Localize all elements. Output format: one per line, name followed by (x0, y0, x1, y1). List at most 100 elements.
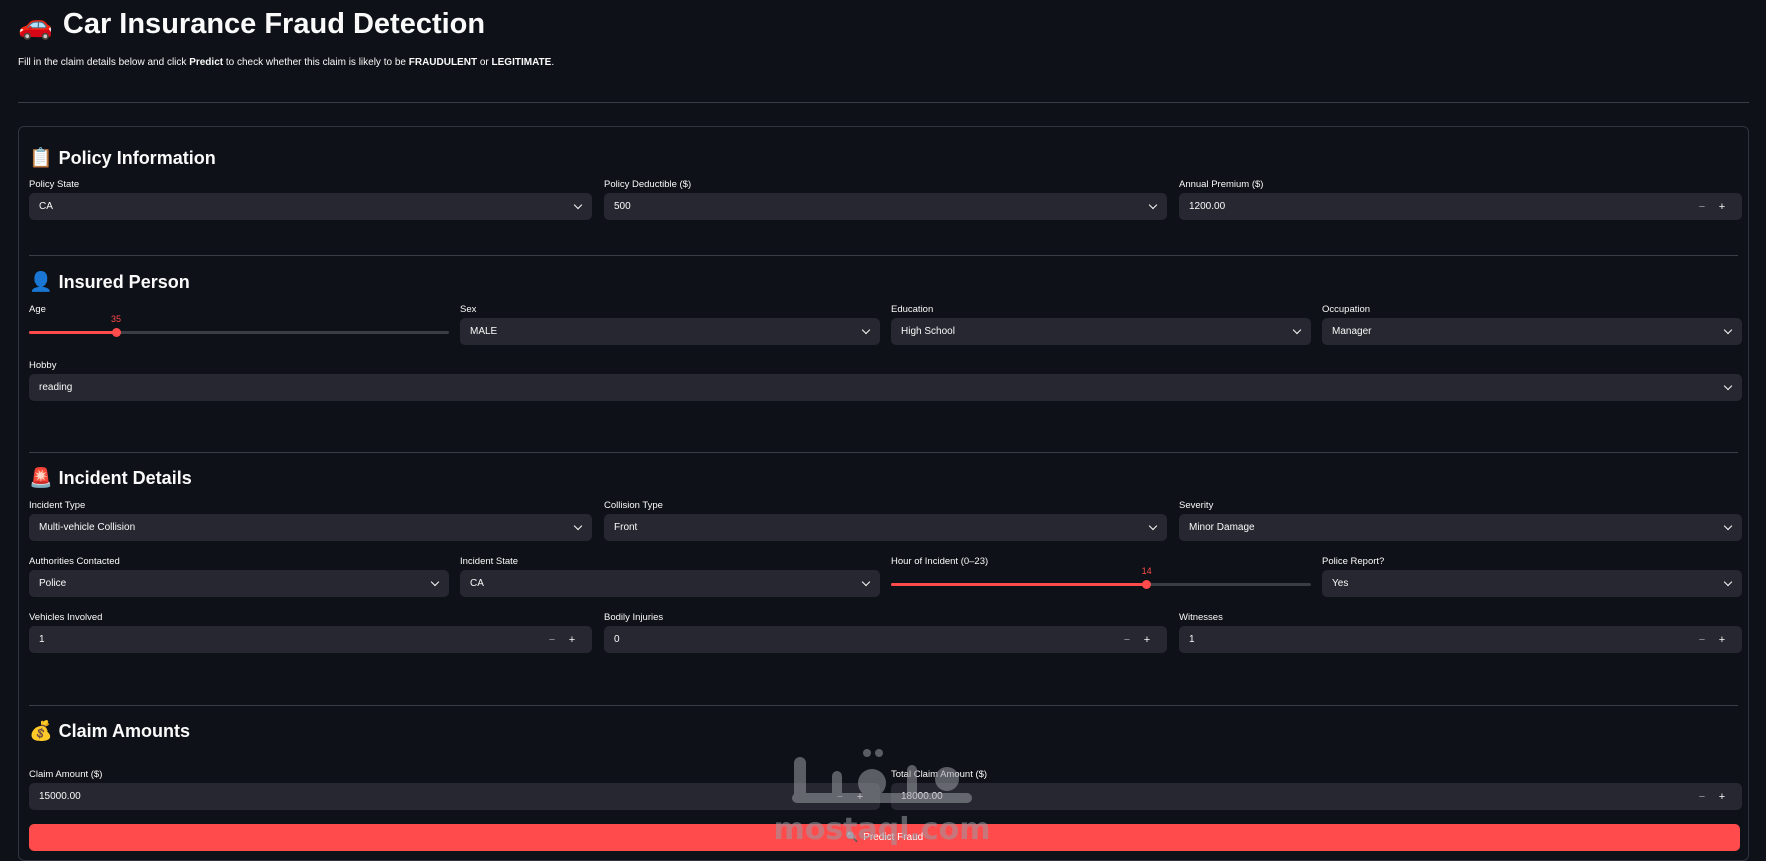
increment-button[interactable]: + (562, 634, 582, 646)
education-select[interactable]: High School (891, 318, 1311, 345)
increment-button[interactable]: + (1712, 791, 1732, 803)
field-label: Claim Amount ($) (29, 769, 103, 780)
chevron-down-icon (574, 524, 582, 532)
police-report-select[interactable]: Yes (1322, 570, 1742, 597)
car-icon: 🚗 (18, 9, 53, 40)
select-value: CA (470, 578, 484, 589)
annual-premium-field: Annual Premium ($) 1200.00 − + (1179, 179, 1742, 220)
select-value: MALE (470, 326, 498, 337)
field-label: Bodily Injuries (604, 612, 664, 623)
incident-state-field: Incident State CA (460, 556, 880, 597)
chevron-down-icon (862, 328, 870, 336)
severity-select[interactable]: Minor Damage (1179, 514, 1742, 541)
total-claim-input[interactable]: 18000.00 − + (891, 783, 1742, 810)
siren-icon: 🚨 (29, 468, 53, 489)
predict-fraud-button[interactable]: 🔍 Predict Fraud (29, 824, 1740, 851)
police-report-field: Police Report? Yes (1322, 556, 1742, 597)
chevron-down-icon (1724, 580, 1732, 588)
slider-fill (891, 583, 1147, 586)
decrement-button[interactable]: − (1692, 201, 1712, 213)
decrement-button[interactable]: − (542, 634, 562, 646)
authorities-field: Authorities Contacted Police (29, 556, 449, 597)
increment-button[interactable]: + (1137, 634, 1157, 646)
field-label: Policy State (29, 179, 80, 190)
decrement-button[interactable]: − (1117, 634, 1137, 646)
field-label: Vehicles Involved (29, 612, 103, 623)
field-label: Sex (460, 304, 477, 315)
select-value: Front (614, 522, 638, 533)
section-incident-header: 🚨 Incident Details (29, 466, 192, 490)
slider-thumb[interactable] (1142, 580, 1152, 589)
increment-button[interactable]: + (1712, 634, 1732, 646)
claim-amount-field: Claim Amount ($) 15000.00 − + (29, 769, 880, 810)
annual-premium-input[interactable]: 1200.00 − + (1179, 193, 1742, 220)
number-value: 18000.00 (901, 791, 943, 802)
claim-amount-input[interactable]: 15000.00 − + (29, 783, 880, 810)
field-label: Authorities Contacted (29, 556, 120, 567)
field-label: Age (29, 304, 46, 315)
decrement-button[interactable]: − (1692, 791, 1712, 803)
education-field: Education High School (891, 304, 1311, 345)
field-label: Total Claim Amount ($) (891, 769, 988, 780)
increment-button[interactable]: + (1712, 201, 1732, 213)
slider-thumb[interactable] (111, 328, 121, 337)
total-claim-field: Total Claim Amount ($) 18000.00 − + (891, 769, 1742, 810)
field-label: Occupation (1322, 304, 1371, 315)
intro-strong-legitimate: LEGITIMATE (491, 57, 552, 68)
sex-field: Sex MALE (460, 304, 880, 345)
authorities-select[interactable]: Police (29, 570, 449, 597)
money-bag-icon: 💰 (29, 721, 53, 742)
number-value: 0 (614, 634, 620, 645)
age-slider[interactable]: 35 (29, 314, 449, 345)
age-field: Age 35 (29, 304, 449, 337)
occupation-select[interactable]: Manager (1322, 318, 1742, 345)
select-value: Police (39, 578, 67, 589)
section-title: Policy Information (58, 147, 216, 168)
section-divider (29, 705, 1738, 706)
section-divider (29, 255, 1738, 256)
witnesses-input[interactable]: 1 − + (1179, 626, 1742, 653)
select-value: reading (39, 382, 73, 393)
chevron-down-icon (862, 580, 870, 588)
field-label: Hour of Incident (0–23) (891, 556, 989, 567)
policy-deductible-select[interactable]: 500 (604, 193, 1167, 220)
hobby-select[interactable]: reading (29, 374, 1742, 401)
number-value: 1200.00 (1189, 201, 1226, 212)
section-title: Insured Person (58, 271, 190, 292)
field-label: Incident Type (29, 500, 86, 511)
intro-strong-fraudulent: FRAUDULENT (408, 57, 478, 68)
section-claim-header: 💰 Claim Amounts (29, 719, 190, 743)
hour-slider[interactable]: 14 (891, 566, 1311, 597)
decrement-button[interactable]: − (1692, 634, 1712, 646)
chevron-down-icon (431, 580, 439, 588)
intro-part: Fill in the claim details below and clic… (18, 57, 190, 68)
header-divider (18, 102, 1749, 103)
collision-type-select[interactable]: Front (604, 514, 1167, 541)
field-label: Incident State (460, 556, 519, 567)
injuries-input[interactable]: 0 − + (604, 626, 1167, 653)
page-title-text: Car Insurance Fraud Detection (62, 8, 486, 40)
policy-state-select[interactable]: CA (29, 193, 592, 220)
vehicles-input[interactable]: 1 − + (29, 626, 592, 653)
chevron-down-icon (1724, 384, 1732, 392)
hobby-field: Hobby reading (29, 360, 1742, 401)
incident-type-field: Incident Type Multi-vehicle Collision (29, 500, 592, 541)
number-value: 1 (39, 634, 45, 645)
select-value: Minor Damage (1189, 522, 1255, 533)
select-value: 500 (614, 201, 631, 212)
incident-state-select[interactable]: CA (460, 570, 880, 597)
increment-button[interactable]: + (850, 791, 870, 803)
clipboard-icon: 📋 (29, 148, 53, 169)
incident-type-select[interactable]: Multi-vehicle Collision (29, 514, 592, 541)
select-value: High School (901, 326, 955, 337)
intro-strong-predict: Predict (189, 57, 224, 68)
intro-part: or (477, 57, 492, 68)
field-label: Severity (1179, 500, 1214, 511)
sex-select[interactable]: MALE (460, 318, 880, 345)
severity-field: Severity Minor Damage (1179, 500, 1742, 541)
slider-value: 35 (111, 314, 122, 324)
decrement-button[interactable]: − (830, 791, 850, 803)
section-insured-header: 👤 Insured Person (29, 270, 190, 294)
select-value: Yes (1332, 578, 1349, 589)
slider-fill (29, 331, 117, 334)
